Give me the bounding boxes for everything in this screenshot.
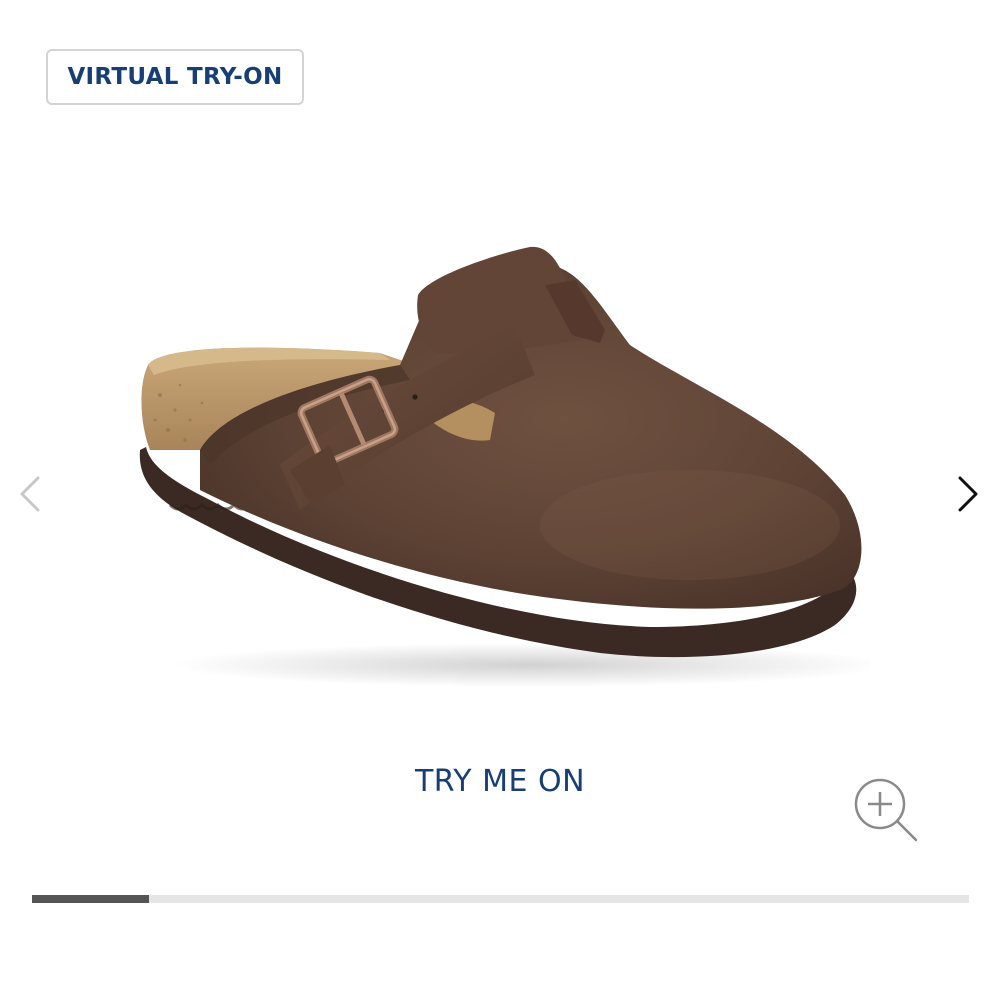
- try-me-on-link[interactable]: TRY ME ON: [300, 760, 700, 804]
- gallery-progress-fill: [32, 895, 150, 903]
- gallery-progress-track: [32, 895, 969, 903]
- product-image[interactable]: [130, 235, 870, 695]
- product-gallery: VIRTUAL TRY-ON TRY ME ON: [0, 0, 1000, 1000]
- zoom-in-icon[interactable]: [850, 776, 924, 846]
- virtual-try-on-button[interactable]: VIRTUAL TRY-ON: [46, 49, 304, 105]
- chevron-left-icon[interactable]: [10, 470, 50, 518]
- chevron-right-icon[interactable]: [948, 470, 988, 518]
